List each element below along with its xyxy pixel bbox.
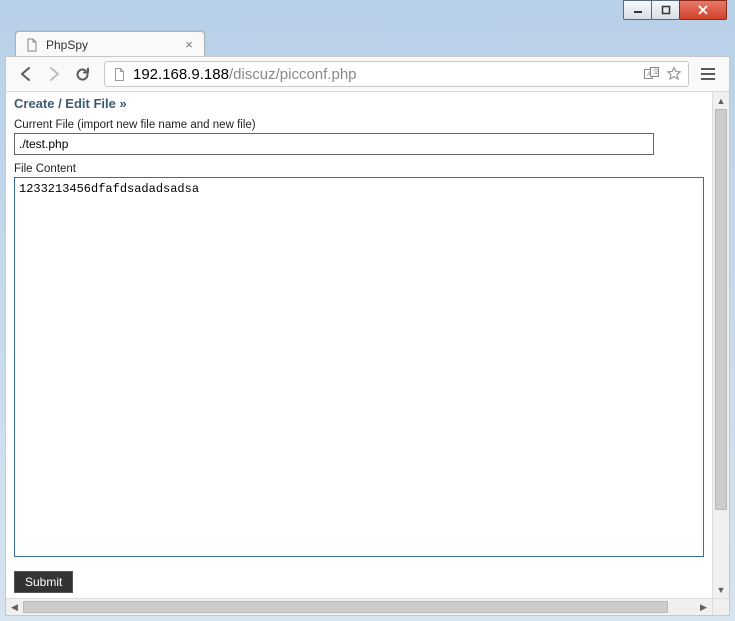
translate-icon[interactable]: A文 (644, 67, 660, 81)
file-content-label: File Content (14, 163, 704, 175)
scroll-down-arrow-icon[interactable]: ▼ (713, 581, 729, 598)
window-close-button[interactable] (679, 0, 727, 20)
menu-button[interactable] (693, 60, 723, 88)
window-controls (624, 0, 727, 20)
scroll-left-arrow-icon[interactable]: ◀ (6, 599, 23, 616)
browser-toolbar: 192.168.9.188/discuz/picconf.php A文 (5, 56, 730, 92)
scroll-right-arrow-icon[interactable]: ▶ (695, 599, 712, 616)
svg-text:文: 文 (653, 68, 659, 76)
submit-button[interactable]: Submit (14, 571, 73, 593)
current-file-input[interactable] (14, 133, 654, 155)
bookmark-star-icon[interactable] (666, 66, 682, 82)
browser-tab[interactable]: PhpSpy × (15, 31, 205, 57)
page-icon (111, 66, 127, 82)
vertical-scroll-thumb[interactable] (715, 109, 727, 510)
horizontal-scroll-track[interactable] (23, 599, 695, 615)
vertical-scroll-track[interactable] (713, 109, 729, 581)
url-host: 192.168.9.188 (133, 66, 229, 83)
maximize-button[interactable] (651, 0, 680, 20)
vertical-scrollbar[interactable]: ▲ ▼ (712, 92, 729, 598)
file-content-textarea[interactable] (14, 177, 704, 557)
scroll-up-arrow-icon[interactable]: ▲ (713, 92, 729, 109)
reload-button[interactable] (68, 60, 96, 88)
tab-strip: PhpSpy × (0, 27, 735, 57)
address-bar[interactable]: 192.168.9.188/discuz/picconf.php A文 (104, 61, 689, 87)
forward-button[interactable] (40, 60, 68, 88)
back-button[interactable] (12, 60, 40, 88)
current-file-label: Current File (import new file name and n… (14, 119, 704, 131)
page-heading: Create / Edit File » (14, 96, 704, 111)
url-path: /discuz/picconf.php (229, 66, 357, 83)
page-content: Create / Edit File » Current File (impor… (6, 92, 712, 598)
scrollbar-corner (712, 598, 729, 615)
horizontal-scroll-thumb[interactable] (23, 601, 668, 613)
horizontal-scrollbar[interactable]: ◀ ▶ (6, 598, 712, 615)
tab-title: PhpSpy (46, 38, 182, 52)
svg-text:A: A (647, 72, 651, 78)
minimize-button[interactable] (623, 0, 652, 20)
viewport: Create / Edit File » Current File (impor… (5, 92, 730, 616)
tab-close-icon[interactable]: × (182, 38, 196, 52)
file-icon (24, 37, 40, 53)
